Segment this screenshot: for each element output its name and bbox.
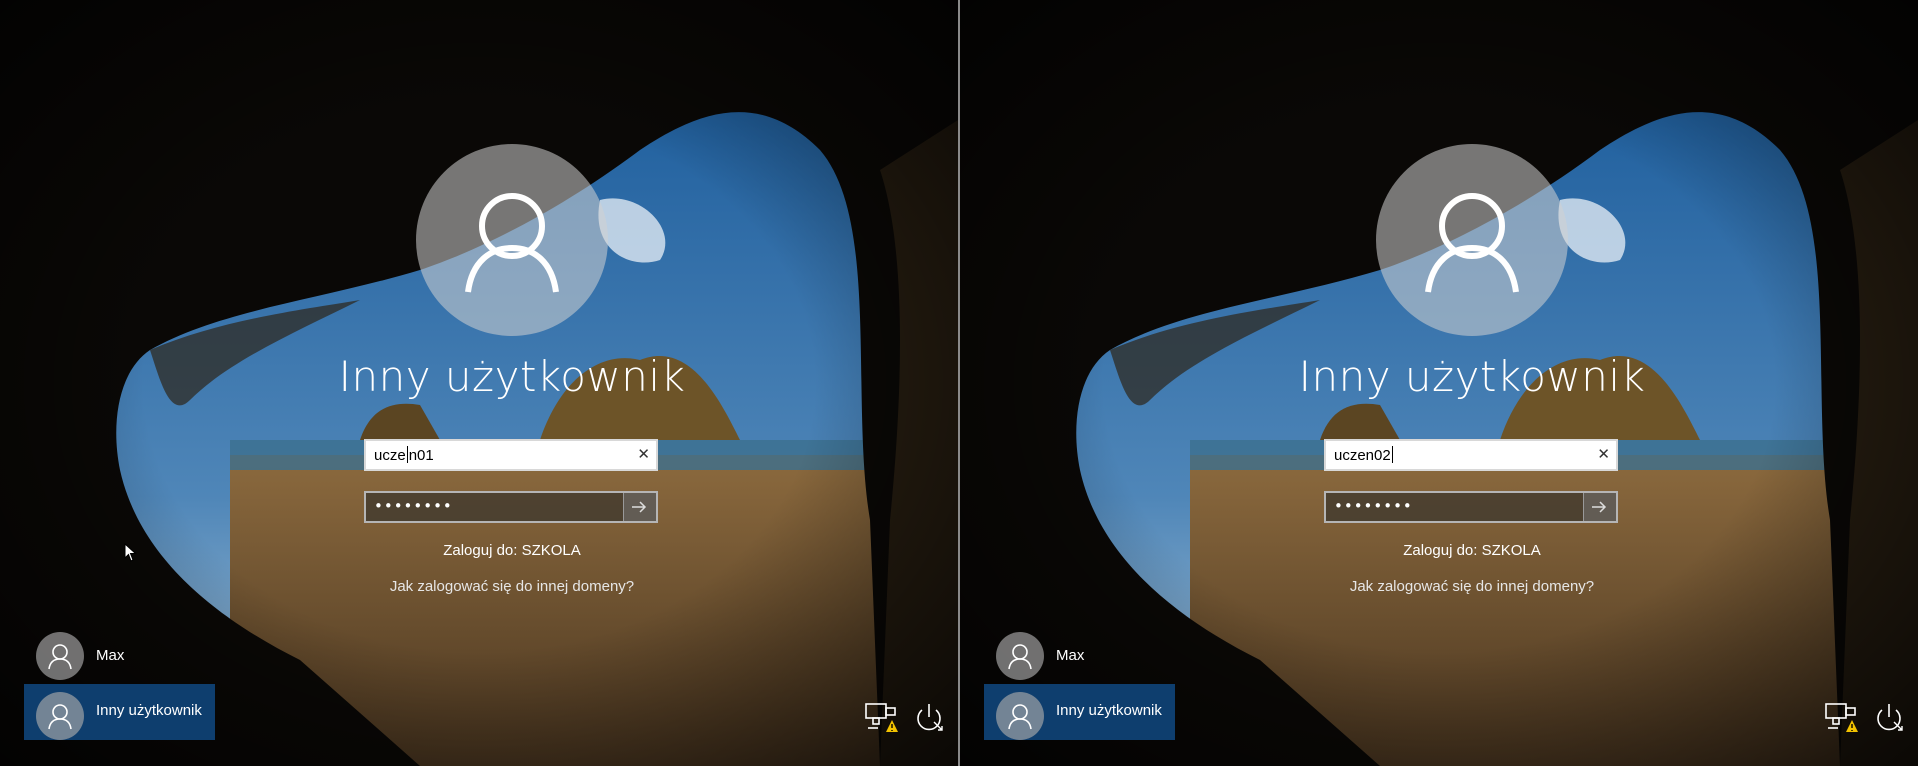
user-tile-other[interactable]: Inny użytkownik	[24, 684, 215, 740]
avatar	[36, 692, 84, 740]
username-field[interactable]: ucze n01 ✕	[364, 439, 658, 471]
user-tile-max[interactable]: Max	[24, 628, 215, 684]
other-domain-link[interactable]: Jak zalogować się do innej domeny?	[960, 578, 1918, 595]
text-caret	[1391, 446, 1393, 463]
user-tile-other[interactable]: Inny użytkownik	[984, 684, 1175, 740]
username-value[interactable]: ucze n01	[374, 446, 434, 464]
arrow-right-icon	[632, 501, 647, 513]
text-caret	[406, 446, 408, 463]
user-icon	[1008, 704, 1032, 730]
other-domain-link[interactable]: Jak zalogować się do innej domeny?	[0, 578, 958, 595]
close-icon[interactable]: ✕	[1597, 445, 1610, 463]
signin-domain-label: Zaloguj do: SZKOLA	[443, 542, 581, 559]
password-field[interactable]: ••••••••	[364, 491, 658, 523]
user-tile-max[interactable]: Max	[984, 628, 1175, 684]
user-avatar-large	[1376, 144, 1568, 336]
password-value[interactable]: ••••••••	[1334, 497, 1413, 515]
network-warning-icon[interactable]	[1824, 700, 1858, 734]
avatar	[996, 632, 1044, 680]
page-title: Inny użytkownik	[1298, 352, 1646, 401]
avatar	[36, 632, 84, 680]
user-tile-label: Max	[1056, 647, 1085, 664]
user-icon	[48, 704, 72, 730]
user-icon	[1425, 193, 1519, 293]
mouse-cursor-icon	[124, 543, 137, 562]
avatar	[996, 692, 1044, 740]
submit-button[interactable]	[1583, 493, 1616, 521]
user-tile-label: Inny użytkownik	[96, 702, 202, 719]
network-warning-icon[interactable]	[864, 700, 898, 734]
power-icon[interactable]	[912, 700, 946, 734]
arrow-right-icon	[1592, 501, 1607, 513]
submit-button[interactable]	[623, 493, 656, 521]
user-tile-label: Inny użytkownik	[1056, 702, 1162, 719]
user-tile-label: Max	[96, 647, 125, 664]
lock-screen-right: Inny użytkownik uczen02 ✕ •••••••• Zalog…	[960, 0, 1918, 766]
username-field[interactable]: uczen02 ✕	[1324, 439, 1618, 471]
power-icon[interactable]	[1872, 700, 1906, 734]
user-icon	[1008, 644, 1032, 670]
user-avatar-large	[416, 144, 608, 336]
password-field[interactable]: ••••••••	[1324, 491, 1618, 523]
signin-domain-label: Zaloguj do: SZKOLA	[1403, 542, 1541, 559]
password-value[interactable]: ••••••••	[374, 497, 453, 515]
close-icon[interactable]: ✕	[637, 445, 650, 463]
user-icon	[48, 644, 72, 670]
user-icon	[465, 193, 559, 293]
page-title: Inny użytkownik	[338, 352, 686, 401]
username-value[interactable]: uczen02	[1334, 446, 1394, 464]
lock-screen-left: Inny użytkownik ucze n01 ✕ •••••••• Zalog…	[0, 0, 958, 766]
